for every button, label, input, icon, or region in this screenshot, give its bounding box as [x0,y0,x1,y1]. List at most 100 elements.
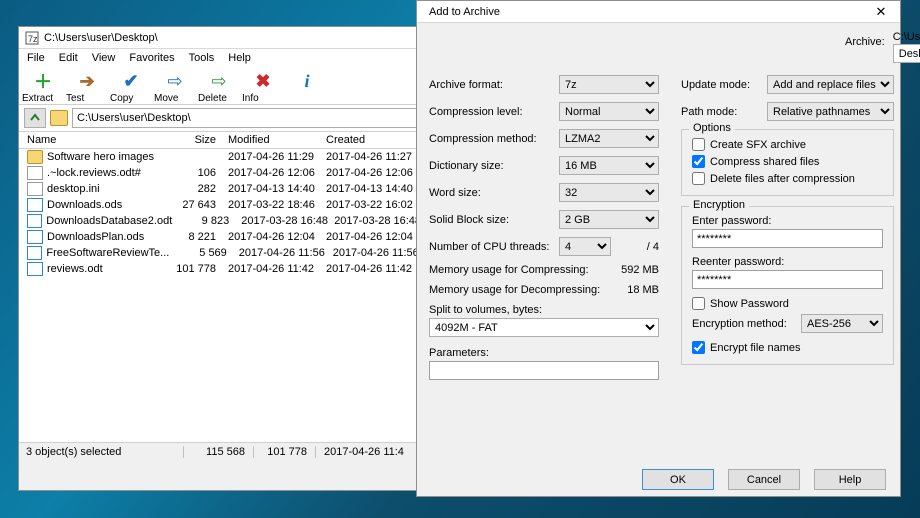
file-modified: 2017-03-28 16:48 [229,215,334,227]
sfx-checkbox[interactable]: Create SFX archive [692,138,883,151]
method-label: Compression method: [429,133,559,145]
file-size: 27 643 [156,199,216,211]
up-arrow-icon [29,112,41,124]
format-label: Archive format: [429,79,559,91]
options-group: Options Create SFX archive Compress shar… [681,129,894,196]
level-label: Compression level: [429,106,559,118]
threads-select[interactable]: 4 [559,237,611,256]
svg-text:7z: 7z [28,34,38,44]
file-name: .~lock.reviews.odt# [47,167,156,179]
file-name: Software hero images [47,151,156,163]
file-size: 8 221 [156,231,216,243]
block-select[interactable]: 2 GB [559,210,659,229]
check-icon: ✔ [119,69,143,93]
path-label: Path mode: [681,106,767,118]
delete-checkbox[interactable]: Delete files after compression [692,172,883,185]
plus-icon: ＋ [31,69,55,93]
status-size1: 115 568 [184,446,254,458]
file-icon [27,198,43,212]
memc-value: 592 MB [621,264,659,276]
level-select[interactable]: Normal [559,102,659,121]
file-icon [27,182,43,196]
threads-max: / 4 [611,241,659,253]
file-name: reviews.odt [47,263,156,275]
path-select[interactable]: Relative pathnames [767,102,894,121]
reenterpw-label: Reenter password: [692,256,883,268]
app-icon: 7z [25,31,39,45]
close-button[interactable]: ✕ [868,4,894,20]
file-name: FreeSoftwareReviewTe... [46,247,169,259]
archive-path: C:\Users\user\Desktop\ [893,31,920,43]
file-modified: 2017-04-26 11:56 [227,247,333,259]
info-button[interactable]: iInfo [287,69,327,104]
minus-icon: ➔ [75,69,99,93]
encmethod-label: Encryption method: [692,318,801,330]
col-modified[interactable]: Modified [216,134,326,146]
info-icon: i [295,69,319,93]
update-select[interactable]: Add and replace files [767,75,894,94]
file-name: DownloadsDatabase2.odt [46,215,172,227]
block-label: Solid Block size: [429,214,559,226]
format-select[interactable]: 7z [559,75,659,94]
encmethod-select[interactable]: AES-256 [801,314,883,333]
file-icon [27,166,43,180]
file-name: desktop.ini [47,183,156,195]
file-size: 5 569 [169,247,226,259]
menu-tools[interactable]: Tools [189,52,215,64]
dialog-title: Add to Archive [423,6,868,18]
delete-icon: ✖ [251,69,275,93]
menu-help[interactable]: Help [228,52,251,64]
file-modified: 2017-04-26 11:42 [216,263,326,275]
split-select[interactable]: 4092M - FAT [429,318,659,337]
dict-select[interactable]: 16 MB [559,156,659,175]
shared-checkbox[interactable]: Compress shared files [692,155,883,168]
params-label: Parameters: [429,347,659,359]
threads-label: Number of CPU threads: [429,241,559,253]
options-legend: Options [689,122,735,134]
menu-file[interactable]: File [27,52,45,64]
copy-icon: ⇨ [163,69,187,93]
menu-favorites[interactable]: Favorites [129,52,174,64]
enterpw-label: Enter password: [692,215,883,227]
memd-label: Memory usage for Decompressing: [429,284,627,296]
menu-edit[interactable]: Edit [59,52,78,64]
col-name[interactable]: Name [27,134,156,146]
showpw-checkbox[interactable]: Show Password [692,297,883,310]
file-icon [27,214,42,228]
file-size: 106 [156,167,216,179]
file-icon [27,230,43,244]
move-icon: ⇨ [207,69,231,93]
split-label: Split to volumes, bytes: [429,304,659,316]
status-size2: 101 778 [254,446,316,458]
menu-view[interactable]: View [92,52,116,64]
up-button[interactable] [24,108,46,128]
params-input[interactable] [429,361,659,380]
help-button[interactable]: Help [814,469,886,490]
dialog-titlebar[interactable]: Add to Archive ✕ [417,1,900,23]
file-name: DownloadsPlan.ods [47,231,156,243]
file-icon [27,150,43,164]
file-modified: 2017-04-26 12:04 [216,231,326,243]
col-size[interactable]: Size [156,134,216,146]
status-selection: 3 object(s) selected [24,446,184,458]
method-select[interactable]: LZMA2 [559,129,659,148]
file-modified: 2017-03-22 18:46 [216,199,326,211]
file-size: 9 823 [172,215,229,227]
ok-button[interactable]: OK [642,469,714,490]
dialog-buttons: OK Cancel Help [417,464,900,495]
archive-name-input[interactable]: Desktop.7z [893,44,920,63]
word-select[interactable]: 32 [559,183,659,202]
archive-label: Archive: [845,31,885,48]
memd-value: 18 MB [627,284,659,296]
file-icon [27,262,43,276]
encnames-checkbox[interactable]: Encrypt file names [692,341,883,354]
password-input[interactable] [692,229,883,248]
encryption-group: Encryption Enter password: Reenter passw… [681,206,894,365]
reenter-password-input[interactable] [692,270,883,289]
dict-label: Dictionary size: [429,160,559,172]
memc-label: Memory usage for Compressing: [429,264,621,276]
add-to-archive-dialog: Add to Archive ✕ Archive: C:\Users\user\… [416,0,901,497]
folder-icon [50,110,68,126]
cancel-button[interactable]: Cancel [728,469,800,490]
file-size: 101 778 [156,263,216,275]
